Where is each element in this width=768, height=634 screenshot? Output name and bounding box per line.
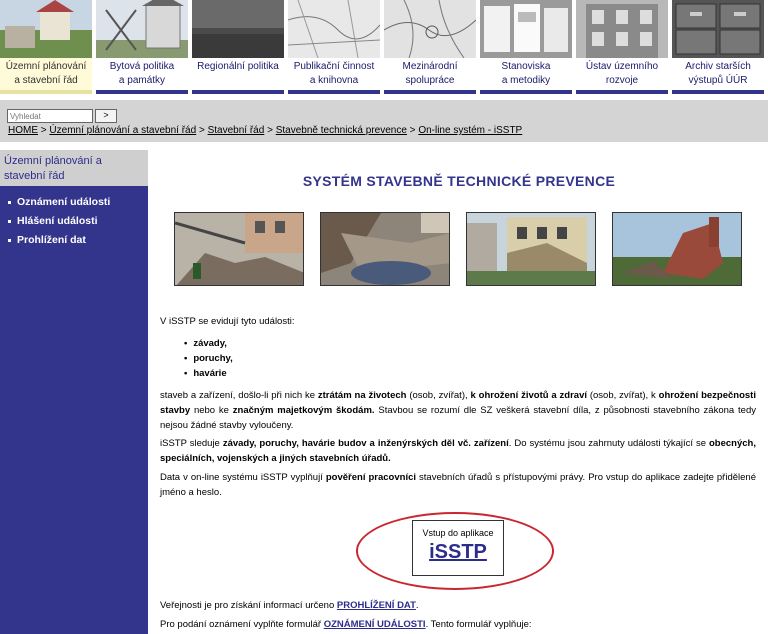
nav-item-label: Mezinárodní spolupráce	[402, 61, 458, 86]
nav-item-underline	[288, 90, 380, 94]
nav-thumbnail-image	[0, 0, 92, 58]
nav-item-underline	[672, 90, 764, 94]
sidebar-item-hlaseni[interactable]: Hlášení události	[8, 215, 98, 227]
top-navigation: Územní plánování a stavební řád Bytová po…	[0, 0, 768, 96]
nav-thumbnail-image	[672, 0, 764, 58]
paragraph-events-detail: staveb a zařízení, došlo-li při nich ke …	[160, 390, 756, 431]
nav-item-underline	[384, 90, 476, 94]
breadcrumb-link-stavebni-rad[interactable]: Stavební řád	[208, 125, 265, 136]
bullet-icon	[8, 238, 11, 242]
sidebar: Územní plánování a stavební řád Oznámení…	[0, 150, 148, 634]
login-box: Vstup do aplikace iSSTP	[412, 520, 504, 576]
isstp-login-link[interactable]: iSSTP	[413, 541, 503, 564]
damage-photo	[174, 212, 304, 286]
breadcrumb-separator: >	[406, 125, 419, 136]
breadcrumb-separator: >	[264, 125, 276, 136]
breadcrumb-separator: >	[38, 125, 50, 136]
nav-item-label: Regionální politika	[197, 61, 279, 72]
paragraph-access: Data v on-line systému iSSTP vyplňují po…	[160, 472, 756, 498]
nav-item-underline	[0, 90, 92, 94]
nav-item-bytova-politika[interactable]: Bytová politika a památky	[96, 0, 188, 96]
nav-item-label: Územní plánování a stavební řád	[0, 58, 92, 91]
breadcrumb: HOME > Územní plánování a stavební řád >…	[8, 125, 522, 136]
sidebar-item-oznameni[interactable]: Oznámení události	[8, 196, 110, 208]
damage-photo	[466, 212, 596, 286]
nav-item-mezinarodni-spoluprace[interactable]: Mezinárodní spolupráce	[384, 0, 476, 96]
sidebar-item-label: Prohlížení dat	[17, 234, 86, 246]
nav-item-underline	[192, 90, 284, 94]
breadcrumb-link-prevence[interactable]: Stavebně technická prevence	[276, 125, 407, 136]
sidebar-item-label: Oznámení události	[17, 196, 111, 208]
sidebar-item-prohlizeni[interactable]: Prohlížení dat	[8, 234, 86, 246]
breadcrumb-link-isstp[interactable]: On-line systém - iSSTP	[418, 125, 522, 136]
damage-photo	[320, 212, 450, 286]
login-caption: Vstup do aplikace	[422, 528, 494, 538]
sidebar-heading[interactable]: Územní plánování a stavební řád	[0, 150, 148, 186]
nav-thumbnail-image	[480, 0, 572, 58]
main-content: SYSTÉM STAVEBNĚ TECHNICKÉ PREVENCE V iSS…	[150, 150, 768, 634]
nav-item-underline	[480, 90, 572, 94]
damage-photo	[612, 212, 742, 286]
breadcrumb-separator: >	[196, 125, 208, 136]
nav-item-archiv[interactable]: Archiv starších výstupů ÚÚR	[672, 0, 764, 96]
nav-thumbnail-image	[384, 0, 476, 58]
search-button[interactable]: >	[95, 109, 117, 123]
nav-thumbnail-image	[288, 0, 380, 58]
nav-item-regionalni-politika[interactable]: Regionální politika	[192, 0, 284, 96]
breadcrumb-link-uzemni[interactable]: Územní plánování a stavební řád	[49, 125, 196, 136]
nav-thumbnail-image	[192, 0, 284, 58]
bullet-icon	[8, 200, 11, 204]
nav-item-underline	[96, 90, 188, 94]
nav-thumbnail-image	[576, 0, 668, 58]
nav-item-label: Bytová politika a památky	[109, 61, 175, 86]
list-item: havárie	[184, 366, 233, 381]
nav-item-publikacni-cinnost[interactable]: Publikační činnost a knihovna	[288, 0, 380, 96]
paragraph-report: Pro podání oznámení vyplňte formulář OZN…	[160, 619, 532, 630]
list-item: poruchy,	[184, 351, 232, 366]
nav-item-stanoviska[interactable]: Stanoviska a metodiky	[480, 0, 572, 96]
paragraph-public: Veřejnosti je pro získání informací urče…	[160, 600, 419, 611]
list-item: závady,	[184, 336, 233, 351]
bullet-icon	[8, 219, 11, 223]
nav-item-label: Stanoviska a metodiky	[501, 61, 551, 86]
sidebar-item-label: Hlášení události	[17, 215, 98, 227]
nav-item-label: Publikační činnost a knihovna	[293, 61, 375, 86]
nav-item-underline	[576, 90, 668, 94]
oznameni-udalosti-link[interactable]: OZNÁMENÍ UDÁLOSTI	[324, 619, 426, 630]
intro-text: V iSSTP se evidují tyto události:	[160, 316, 295, 327]
nav-item-ustav-uzemniho-rozvoje[interactable]: Ústav územního rozvoje	[576, 0, 668, 96]
page-title: SYSTÉM STAVEBNĚ TECHNICKÉ PREVENCE	[302, 173, 616, 189]
event-list: závady, poruchy, havárie	[184, 336, 233, 381]
search-input[interactable]	[7, 109, 93, 123]
paragraph-scope: iSSTP sleduje závady, poruchy, havárie b…	[160, 438, 756, 464]
nav-thumbnail-image	[96, 0, 188, 58]
nav-item-label: Ústav územního rozvoje	[585, 61, 659, 86]
prohlizeni-dat-link[interactable]: PROHLÍŽENÍ DAT	[337, 600, 416, 611]
nav-item-uzemni-planovani[interactable]: Územní plánování a stavební řád	[0, 0, 92, 96]
search-bar: > HOME > Územní plánování a stavební řád…	[0, 100, 768, 142]
breadcrumb-home-link[interactable]: HOME	[8, 125, 38, 136]
nav-item-label: Archiv starších výstupů ÚÚR	[685, 61, 751, 86]
